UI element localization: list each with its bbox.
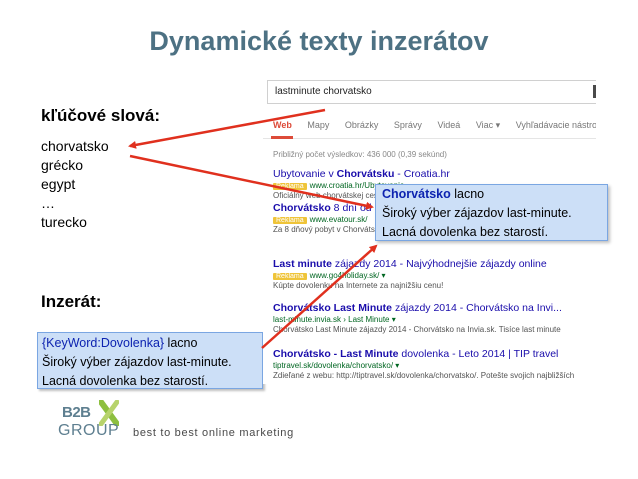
logo-text-bottom: GROUP [58,422,120,439]
company-logo: B2B GROUP [58,400,126,446]
footer-tagline: best to best online marketing [133,427,294,439]
active-tab-indicator [271,136,293,139]
ad-template-box: {KeyWord:Dovolenka} lacno Široký výber z… [37,332,263,389]
keywords-list: chorvatsko grécko egypt … turecko [41,137,109,232]
tab-maps[interactable]: Mapy [307,120,329,130]
search-result[interactable]: Last minute zájazdy 2014 - Najvýhodnejši… [273,258,547,290]
ad-keyword-placeholder: {KeyWord:Dovolenka} [42,336,165,350]
search-query: lastminute chorvatsko [275,86,372,97]
keywords-heading: kľúčové slová: [41,106,160,125]
result-url: tiptravel.sk/dovolenka/chorvatsko/ ▾ [273,361,400,370]
keyword-item: grécko [41,157,84,173]
ad-line1-rest: lacno [164,336,198,350]
ad-badge: Reklama [273,217,307,224]
ad-heading: Inzerát: [41,292,102,311]
keyword-item: turecko [41,214,87,230]
ad-badge: Reklama [273,183,307,190]
search-tabs: Web Mapy Obrázky Správy Videá Viac ▾ Vyh… [273,120,596,131]
search-icon[interactable] [593,85,596,98]
ad-line2: Široký výber zájazdov last-minute. [42,355,232,369]
search-result[interactable]: Chorvátsko - Last Minute dovolenka - Let… [273,348,574,380]
result-snippet: Zdieľané z webu: http://tiptravel.sk/dov… [273,371,575,380]
tab-news[interactable]: Správy [394,120,422,130]
keyword-item: egypt [41,176,76,192]
result-title[interactable]: Last minute zájazdy 2014 - Najvýhodnejši… [273,258,547,270]
tabs-divider [263,138,596,139]
keyword-item: … [41,195,55,211]
result-url: Reklama www.go4holiday.sk/ ▾ [273,271,547,280]
result-count: Približný počet výsledkov: 436 000 (0,39… [273,150,447,159]
result-title[interactable]: Chorvátsko Last Minute zájazdy 2014 - Ch… [273,302,562,314]
result-title[interactable]: Ubytovanie v Chorvátsku - Croatia.hr [273,168,450,180]
ad-badge: Reklama [273,273,307,280]
keyword-item: chorvatsko [41,138,109,154]
search-result[interactable]: Chorvátsko Last Minute zájazdy 2014 - Ch… [273,302,562,334]
popup-keyword: Chorvátsko [382,187,451,201]
tab-search-tools[interactable]: Vyhľadávacie nástroje [516,120,596,130]
slide-title: Dynamické texty inzerátov [149,26,489,56]
popup-line2: Široký výber zájazdov last-minute. [382,206,572,220]
popup-line3: Lacná dovolenka bez starostí. [382,225,549,239]
logo-text-top: B2B [62,404,91,421]
search-input[interactable]: lastminute chorvatsko [267,80,596,104]
tab-web[interactable]: Web [273,120,292,130]
tab-more[interactable]: Viac ▾ [476,120,500,131]
tab-videos[interactable]: Videá [437,120,460,130]
result-url: last-minute.invia.sk › Last Minute ▾ [273,315,396,324]
result-snippet: Chorvátsko Last Minute zájazdy 2014 - Ch… [273,325,561,334]
result-snippet: Kúpte dovolenku na Internete za najnižši… [273,281,444,290]
ad-line3: Lacná dovolenka bez starostí. [42,374,209,388]
tab-images[interactable]: Obrázky [345,120,379,130]
rendered-ad-popup: Chorvátsko lacno Široký výber zájazdov l… [375,184,608,241]
result-title[interactable]: Chorvátsko - Last Minute dovolenka - Let… [273,348,574,360]
